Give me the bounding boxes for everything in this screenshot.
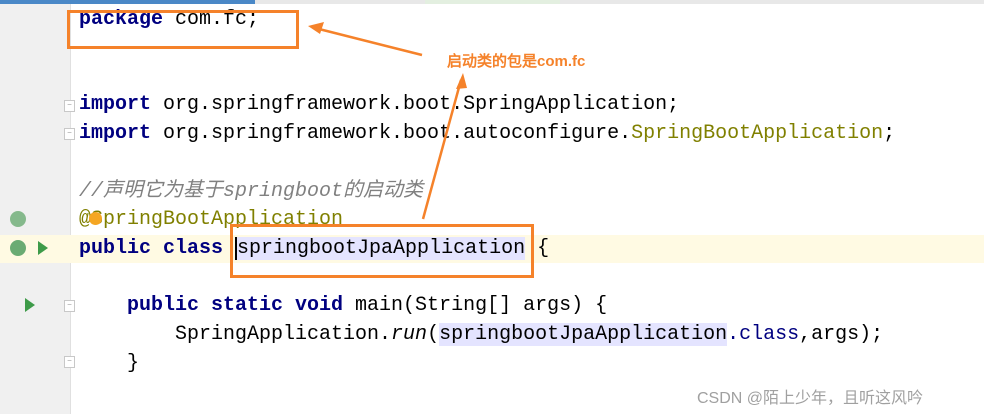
- arrowhead: [456, 73, 467, 89]
- annotation-note: 启动类的包是com.fc: [447, 53, 586, 70]
- arrow-up: [421, 79, 463, 220]
- arrow-to-package: [314, 26, 423, 57]
- arrowhead: [308, 22, 324, 34]
- watermark: CSDN @陌上少年，且听这风吟: [697, 390, 924, 407]
